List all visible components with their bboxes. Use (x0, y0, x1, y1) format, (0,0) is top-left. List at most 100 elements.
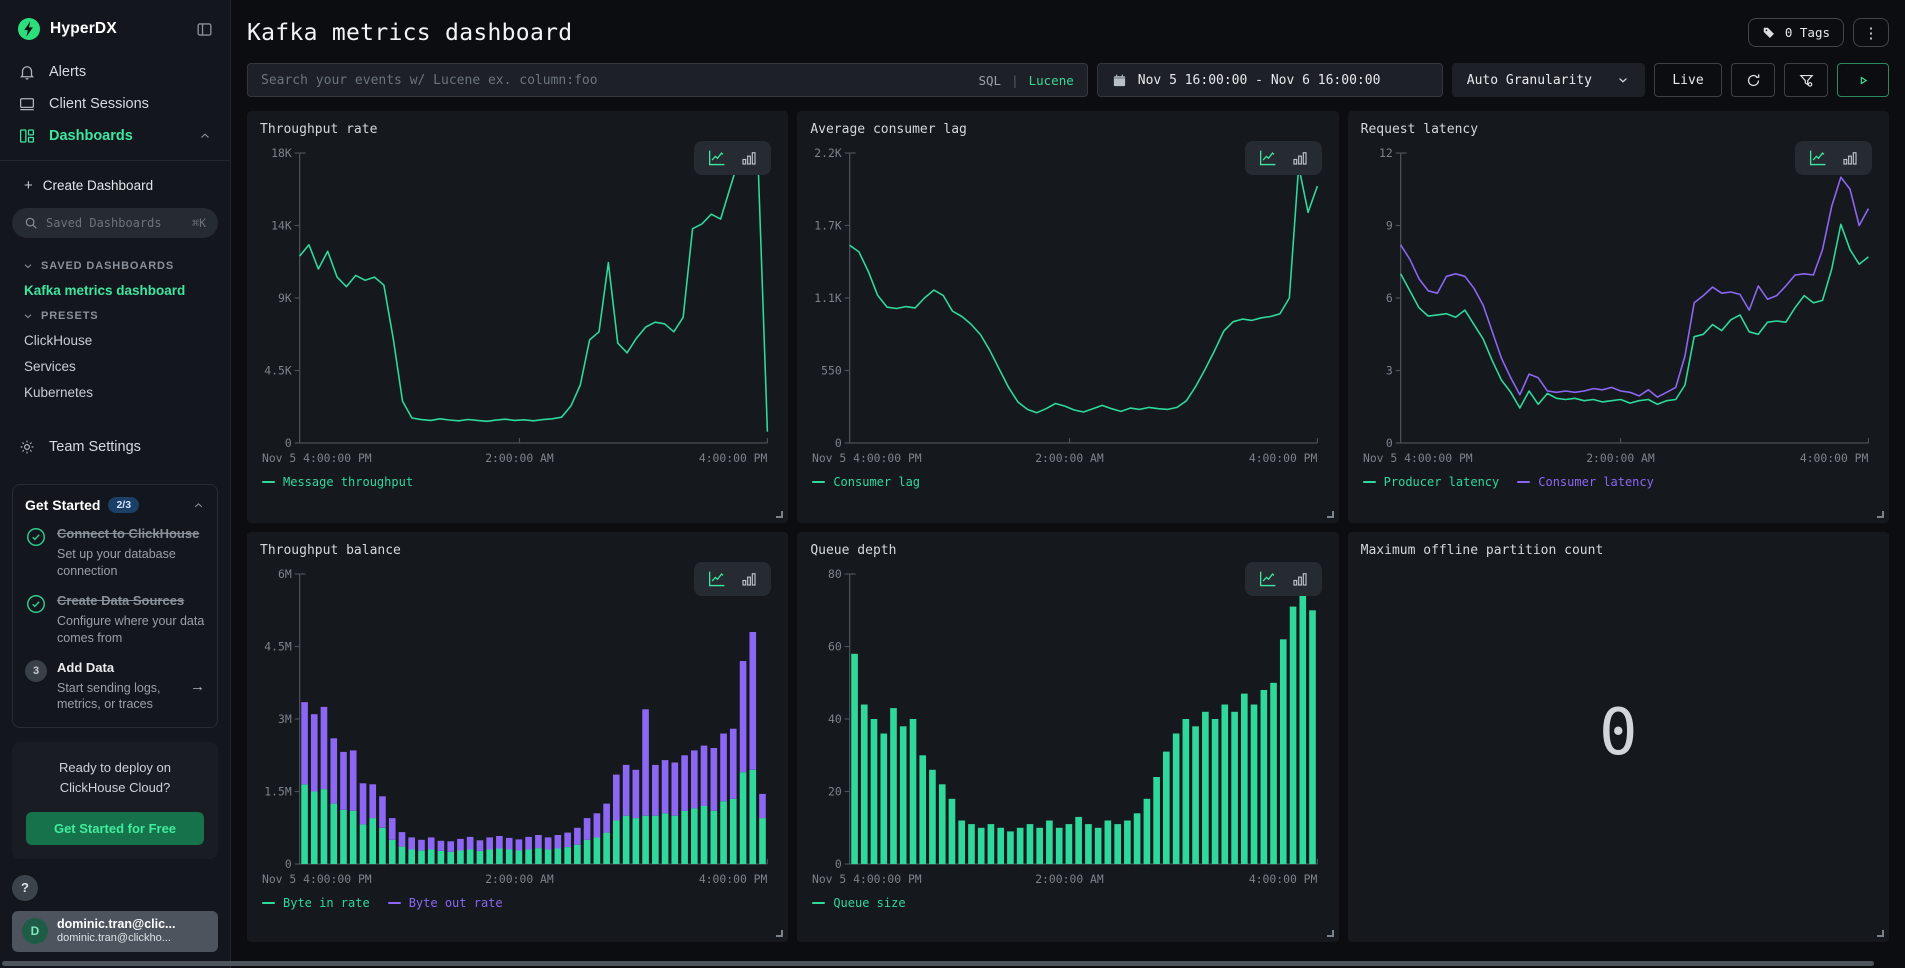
legend-item: Producer latency (1363, 475, 1500, 489)
tag-icon (1762, 26, 1776, 40)
svg-text:80: 80 (828, 567, 842, 581)
chart-type-toolbar (1245, 141, 1322, 175)
hyperdx-logo-icon (18, 18, 40, 40)
dashboard-header: Kafka metrics dashboard 0 Tags ⋮ (231, 0, 1905, 63)
chart-title: Request latency (1361, 122, 1876, 137)
horizontal-scrollbar[interactable] (2, 961, 1874, 966)
bar-chart-toggle-icon[interactable] (740, 149, 758, 167)
legend-label: Producer latency (1384, 475, 1500, 489)
svg-text:20: 20 (828, 784, 842, 798)
sidebar-item-client-sessions[interactable]: Client Sessions (0, 88, 230, 120)
bar-chart-toggle-icon[interactable] (1291, 149, 1309, 167)
date-range-picker[interactable]: Nov 5 16:00:00 - Nov 6 16:00:00 (1097, 63, 1443, 97)
line-chart-toggle-icon[interactable] (707, 570, 727, 588)
panel-resize-handle[interactable] (1877, 930, 1884, 937)
svg-text:2:00:00 AM: 2:00:00 AM (1586, 451, 1655, 465)
event-search-input[interactable] (261, 73, 969, 88)
saved-dashboards-search-input[interactable] (46, 216, 184, 230)
svg-text:4.5K: 4.5K (264, 363, 292, 377)
search-icon (24, 216, 38, 230)
line-chart-toggle-icon[interactable] (1258, 149, 1278, 167)
section-saved-dashboards[interactable]: SAVED DASHBOARDS (0, 254, 230, 278)
lucene-toggle[interactable]: Lucene (1029, 73, 1074, 88)
panel-queue-depth: Queue depth 020406080Nov 5 4:00:00 PM2:0… (797, 532, 1338, 942)
bar-chart-toggle-icon[interactable] (740, 570, 758, 588)
page-title: Kafka metrics dashboard (247, 20, 572, 46)
chevron-up-icon[interactable] (192, 499, 205, 512)
svg-text:Nov 5 4:00:00 PM: Nov 5 4:00:00 PM (1363, 451, 1473, 465)
get-started-header[interactable]: Get Started 2/3 (25, 497, 205, 513)
tags-button[interactable]: 0 Tags (1748, 18, 1844, 47)
event-search[interactable]: SQL | Lucene (247, 63, 1088, 97)
sidebar-collapse-icon[interactable] (195, 20, 214, 39)
help-button[interactable]: ? (12, 875, 38, 901)
sidebar-item-alerts[interactable]: Alerts (0, 56, 230, 88)
check-circle-icon (25, 593, 47, 647)
chart-canvas: 05501.1K1.7K2.2KNov 5 4:00:00 PM2:00:00 … (810, 141, 1325, 471)
chart-canvas-container: 04.5K9K14K18KNov 5 4:00:00 PM2:00:00 AM4… (260, 141, 775, 471)
get-started-step-2[interactable]: Create Data Sources Configure where your… (25, 593, 205, 647)
chart-type-toolbar (1795, 141, 1872, 175)
main-content: Kafka metrics dashboard 0 Tags ⋮ SQL | L… (231, 0, 1905, 946)
cloud-promo-card: Ready to deploy on ClickHouse Cloud? Get… (12, 742, 218, 858)
section-presets[interactable]: PRESETS (0, 304, 230, 328)
sidebar-link-kafka-dashboard[interactable]: Kafka metrics dashboard (0, 278, 230, 304)
chevron-up-icon[interactable] (198, 129, 212, 143)
app-name: HyperDX (50, 20, 185, 38)
chevron-down-icon (1616, 73, 1630, 87)
panel-resize-handle[interactable] (776, 511, 783, 518)
live-button[interactable]: Live (1654, 63, 1722, 97)
svg-text:3: 3 (1386, 363, 1393, 377)
granularity-select[interactable]: Auto Granularity (1452, 63, 1645, 97)
sidebar-link-clickhouse[interactable]: ClickHouse (0, 328, 230, 354)
chart-canvas: 04.5K9K14K18KNov 5 4:00:00 PM2:00:00 AM4… (260, 141, 775, 471)
legend-swatch (812, 481, 825, 483)
bell-icon (18, 63, 36, 81)
monitor-icon (18, 95, 36, 113)
sidebar-item-dashboards[interactable]: Dashboards (0, 120, 230, 152)
panel-resize-handle[interactable] (1327, 511, 1334, 518)
svg-text:0: 0 (1386, 436, 1393, 450)
bar-chart-toggle-icon[interactable] (1841, 149, 1859, 167)
line-chart-toggle-icon[interactable] (1808, 149, 1828, 167)
sidebar-item-label: Client Sessions (49, 96, 149, 112)
filter-bar: SQL | Lucene Nov 5 16:00:00 - Nov 6 16:0… (231, 63, 1905, 97)
svg-text:12: 12 (1379, 146, 1393, 160)
chart-type-toolbar (1245, 562, 1322, 596)
line-chart-toggle-icon[interactable] (1258, 570, 1278, 588)
saved-dashboards-search[interactable]: ⌘K (12, 208, 218, 238)
refresh-button[interactable] (1731, 63, 1775, 97)
legend-swatch (262, 902, 275, 904)
legend-swatch (1363, 481, 1376, 483)
svg-text:40: 40 (828, 712, 842, 726)
legend-swatch (388, 902, 401, 904)
line-chart-toggle-icon[interactable] (707, 149, 727, 167)
svg-text:550: 550 (821, 363, 842, 377)
chart-title: Queue depth (810, 543, 1325, 558)
svg-text:Nov 5 4:00:00 PM: Nov 5 4:00:00 PM (812, 872, 922, 886)
sidebar-item-team-settings[interactable]: Team Settings (0, 430, 230, 464)
sql-toggle[interactable]: SQL (979, 73, 1002, 88)
run-query-button[interactable] (1837, 63, 1889, 97)
svg-text:0: 0 (835, 436, 842, 450)
filter-button[interactable] (1784, 63, 1828, 97)
sidebar-link-kubernetes[interactable]: Kubernetes (0, 380, 230, 406)
get-started-step-3[interactable]: 3 Add Data Start sending logs, metrics, … (25, 660, 205, 714)
panel-resize-handle[interactable] (1327, 930, 1334, 937)
panel-resize-handle[interactable] (776, 930, 783, 937)
legend-label: Queue size (833, 896, 905, 910)
sidebar-divider (0, 160, 230, 161)
chart-canvas-container: 01.5M3M4.5M6MNov 5 4:00:00 PM2:00:00 AM4… (260, 562, 775, 892)
user-account-button[interactable]: D dominic.tran@clic... dominic.tran@clic… (12, 911, 218, 952)
sidebar-link-services[interactable]: Services (0, 354, 230, 380)
svg-text:Nov 5 4:00:00 PM: Nov 5 4:00:00 PM (262, 872, 372, 886)
chart-canvas: 01.5M3M4.5M6MNov 5 4:00:00 PM2:00:00 AM4… (260, 562, 775, 892)
create-dashboard-button[interactable]: + Create Dashboard (0, 171, 230, 206)
panel-resize-handle[interactable] (1877, 511, 1884, 518)
legend-item: Consumer lag (812, 475, 920, 489)
more-menu-button[interactable]: ⋮ (1853, 18, 1889, 47)
legend-swatch (262, 481, 275, 483)
get-started-free-button[interactable]: Get Started for Free (26, 812, 204, 845)
get-started-step-1[interactable]: Connect to ClickHouse Set up your databa… (25, 526, 205, 580)
bar-chart-toggle-icon[interactable] (1291, 570, 1309, 588)
